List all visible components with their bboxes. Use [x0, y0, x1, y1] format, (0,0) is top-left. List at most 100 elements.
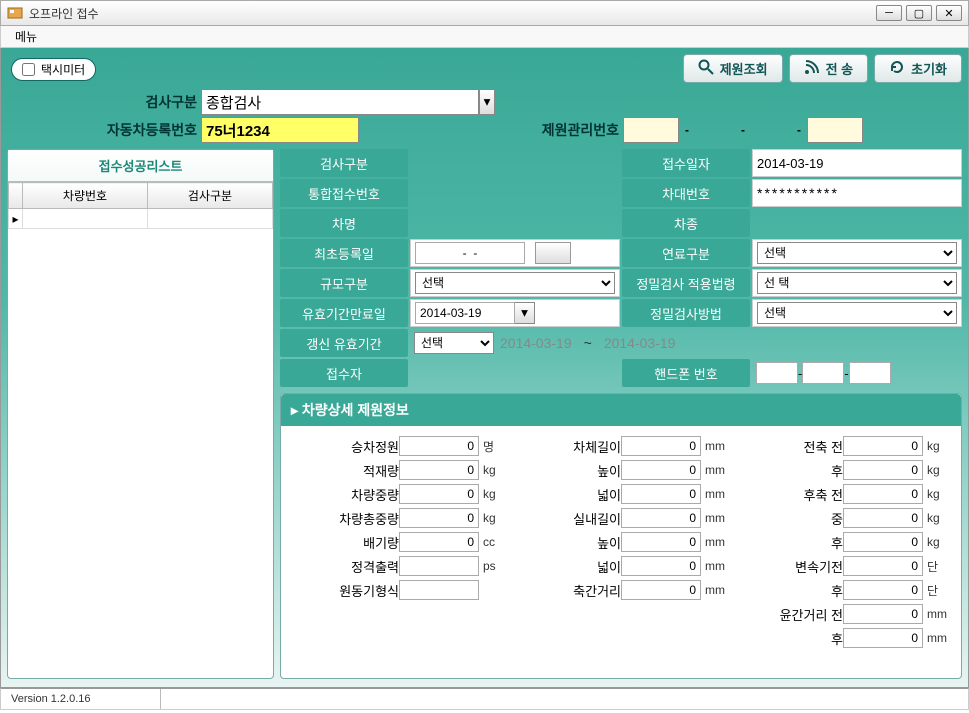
row-marker: ▸	[9, 209, 23, 229]
button-bar: 제원조회 전 송 초기화	[683, 54, 962, 83]
carno-input[interactable]	[201, 117, 359, 143]
detail-col-2: 차체길이mm 높이mm 넓이mm 실내길이mm 높이mm 넓이mm 축간거리mm	[513, 436, 729, 652]
kind-dropdown-button[interactable]: ▾	[479, 89, 495, 115]
kind-select[interactable]	[201, 89, 479, 115]
val-size: 선택	[410, 269, 620, 297]
phone-2[interactable]	[802, 362, 844, 384]
val-method: 선택	[752, 299, 962, 327]
table-row[interactable]: ▸	[9, 209, 273, 229]
rated-input[interactable]	[399, 556, 479, 576]
blen-input[interactable]	[621, 436, 701, 456]
val-vin: ***********	[752, 179, 962, 207]
gross-input[interactable]	[399, 508, 479, 528]
expire-dropdown[interactable]: ▾	[515, 302, 535, 324]
detail-panel: ▸ 차량상세 제원정보 승차정원명 적재량kg 차량중량kg 차량총중량kg 배…	[280, 393, 962, 679]
phone-3[interactable]	[849, 362, 891, 384]
search-icon	[698, 59, 714, 78]
val-cartype	[752, 209, 962, 237]
form-grid: 검사구분 접수일자 2014-03-19 통합접수번호 차대번호 *******…	[280, 149, 962, 387]
send-button[interactable]: 전 송	[789, 54, 869, 83]
app-icon	[7, 5, 23, 21]
success-grid: 차량번호 검사구분 ▸	[8, 182, 273, 229]
rm-input[interactable]	[843, 508, 923, 528]
expire-input[interactable]	[415, 302, 515, 324]
lbl-carname: 차명	[280, 209, 408, 237]
gbf-input[interactable]	[843, 556, 923, 576]
lookup-button[interactable]: 제원조회	[683, 54, 783, 83]
refresh-icon	[889, 59, 905, 78]
lbl-size: 규모구분	[280, 269, 408, 297]
cell-kind	[148, 209, 273, 229]
size-select[interactable]: 선택	[415, 272, 615, 294]
disp-input[interactable]	[399, 532, 479, 552]
titlebar: 오프라인 접수 ─ ▢ ✕	[0, 0, 969, 26]
right-panel: 검사구분 접수일자 2014-03-19 통합접수번호 차대번호 *******…	[280, 149, 962, 679]
firstreg-input[interactable]	[415, 242, 525, 264]
mgmt-spacer	[695, 117, 735, 143]
lbl-firstreg: 최초등록일	[280, 239, 408, 267]
wid-input[interactable]	[621, 484, 701, 504]
success-list-title: 접수성공리스트	[8, 150, 273, 182]
phone-1[interactable]	[756, 362, 798, 384]
taximeter-checkbox[interactable]	[22, 63, 35, 76]
inlen-input[interactable]	[621, 508, 701, 528]
minimize-button[interactable]: ─	[876, 5, 902, 21]
detail-body: 승차정원명 적재량kg 차량중량kg 차량총중량kg 배기량cc 정격출력ps …	[281, 426, 961, 652]
lbl-fuel: 연료구분	[622, 239, 750, 267]
gbr-input[interactable]	[843, 580, 923, 600]
rr-input[interactable]	[843, 532, 923, 552]
mgmt-spacer2	[751, 117, 791, 143]
taximeter-chip[interactable]: 택시미터	[11, 58, 96, 81]
status-empty	[161, 689, 968, 709]
grid-header-marker	[9, 183, 23, 209]
trf-input[interactable]	[843, 604, 923, 624]
lbl-method: 정밀검사방법	[622, 299, 750, 327]
mgmt-1[interactable]	[623, 117, 679, 143]
mgmt-dash-1: -	[679, 123, 695, 137]
menu-main[interactable]: 메뉴	[7, 26, 45, 47]
fuel-select[interactable]: 선택	[757, 242, 957, 264]
window-title: 오프라인 접수	[29, 5, 876, 22]
ff-input[interactable]	[843, 436, 923, 456]
firstreg-button[interactable]	[535, 242, 571, 264]
val-renew: 선택 2014-03-19 ~ 2014-03-19	[410, 329, 962, 357]
load-input[interactable]	[399, 460, 479, 480]
method-select[interactable]: 선택	[757, 302, 957, 324]
grid-header-carno[interactable]: 차량번호	[23, 183, 148, 209]
cell-carno	[23, 209, 148, 229]
inhgt-input[interactable]	[621, 532, 701, 552]
rss-icon	[804, 59, 820, 78]
kind-label: 검사구분	[67, 92, 197, 112]
wheel-input[interactable]	[621, 580, 701, 600]
curb-input[interactable]	[399, 484, 479, 504]
renew-select[interactable]: 선택	[414, 332, 494, 354]
lbl-recv-date: 접수일자	[622, 149, 750, 177]
engine-input[interactable]	[399, 580, 479, 600]
grid-header-kind[interactable]: 검사구분	[148, 183, 273, 209]
lbl-receiver: 접수자	[280, 359, 408, 387]
top-bar: 택시미터 제원조회 전 송 초기화	[7, 54, 962, 85]
val-phone: - -	[752, 359, 962, 387]
lbl-renew: 갱신 유효기간	[280, 329, 408, 357]
statusbar: Version 1.2.0.16	[0, 688, 969, 710]
close-button[interactable]: ✕	[936, 5, 962, 21]
lbl-law: 정밀검사 적용법령	[622, 269, 750, 297]
val-expire: ▾	[410, 299, 620, 327]
law-select[interactable]: 선 택	[757, 272, 957, 294]
trr-input[interactable]	[843, 628, 923, 648]
val-law: 선 택	[752, 269, 962, 297]
hgt-input[interactable]	[621, 460, 701, 480]
fr-input[interactable]	[843, 460, 923, 480]
inwid-input[interactable]	[621, 556, 701, 576]
range-tilde: ~	[578, 335, 598, 351]
range-to: 2014-03-19	[598, 335, 682, 351]
lbl-insp-kind: 검사구분	[280, 149, 408, 177]
seating-input[interactable]	[399, 436, 479, 456]
detail-col-1: 승차정원명 적재량kg 차량중량kg 차량총중량kg 배기량cc 정격출력ps …	[291, 436, 507, 652]
maximize-button[interactable]: ▢	[906, 5, 932, 21]
window-buttons: ─ ▢ ✕	[876, 5, 962, 21]
reset-button[interactable]: 초기화	[874, 54, 962, 83]
status-version: Version 1.2.0.16	[1, 689, 161, 709]
rf-input[interactable]	[843, 484, 923, 504]
carno-label: 자동차등록번호	[67, 120, 197, 140]
